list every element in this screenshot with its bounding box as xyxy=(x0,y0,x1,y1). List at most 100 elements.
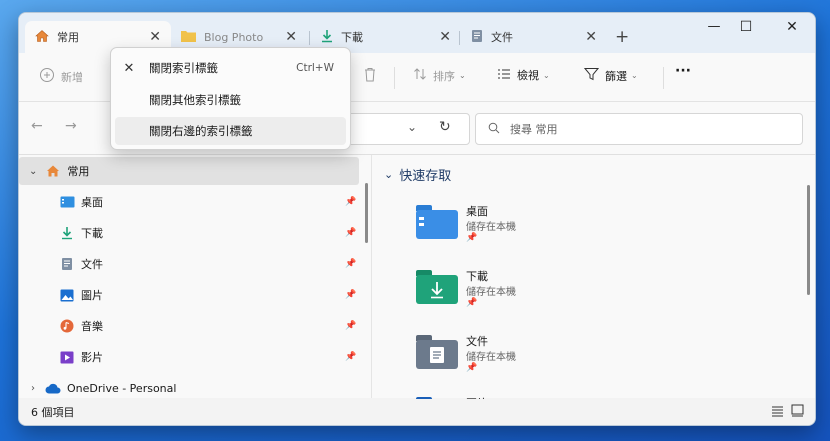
sidebar-item-label: 下載 xyxy=(81,227,103,240)
details-view-icon[interactable] xyxy=(771,405,784,420)
delete-button[interactable] xyxy=(363,67,377,86)
view-button-label: 檢視 xyxy=(517,69,539,82)
sidebar-item-downloads[interactable]: 下載 📌 xyxy=(19,219,359,247)
home-icon xyxy=(45,163,61,179)
chevron-right-icon[interactable]: › xyxy=(31,383,35,394)
tab-home-close-icon[interactable]: ✕ xyxy=(149,29,161,45)
search-input[interactable]: 搜尋 常用 xyxy=(475,113,803,145)
menu-item-close-tab[interactable]: ✕ 關閉索引標籤 Ctrl+W xyxy=(115,54,346,82)
menu-item-label: 關閉右邊的索引標籤 xyxy=(149,124,253,138)
pin-icon[interactable]: 📌 xyxy=(345,321,356,331)
maximize-button[interactable]: ☐ xyxy=(731,19,761,35)
content-scrollbar[interactable] xyxy=(807,185,810,295)
tab-documents-close-icon[interactable]: ✕ xyxy=(585,29,597,45)
tab-divider xyxy=(459,31,460,45)
pin-icon[interactable]: 📌 xyxy=(345,197,356,207)
sidebar-item-label: 影片 xyxy=(81,351,103,364)
trash-icon xyxy=(363,67,377,86)
quick-access-header[interactable]: ⌄ 快速存取 xyxy=(384,165,451,184)
new-tab-button[interactable]: + xyxy=(615,27,629,47)
search-placeholder: 搜尋 常用 xyxy=(510,123,558,136)
pin-icon: 📌 xyxy=(466,298,478,308)
folder-icon xyxy=(181,30,196,45)
sidebar-item-desktop[interactable]: 桌面 📌 xyxy=(19,188,359,216)
chevron-down-icon: ⌄ xyxy=(384,168,394,181)
chevron-down-icon[interactable]: ⌄ xyxy=(29,166,37,177)
home-icon xyxy=(35,29,49,46)
tab-downloads-label: 下載 xyxy=(341,31,363,44)
tab-blog-photo-close-icon[interactable]: ✕ xyxy=(285,29,297,45)
close-window-button[interactable]: ✕ xyxy=(777,19,807,35)
download-icon xyxy=(321,29,333,46)
sidebar-item-label: 文件 xyxy=(81,258,103,271)
menu-item-close-other-tabs[interactable]: 關閉其他索引標籤 xyxy=(115,86,346,114)
toolbar-divider xyxy=(663,67,664,89)
pin-icon[interactable]: 📌 xyxy=(345,290,356,300)
status-bar: 6 個項目 xyxy=(19,399,815,425)
address-dropdown-icon[interactable]: ⌄ xyxy=(407,120,417,134)
quick-access-item-name: 文件 xyxy=(466,335,488,348)
tab-blog-photo-label: Blog Photo xyxy=(204,30,264,44)
pin-icon: 📌 xyxy=(466,233,478,243)
view-button[interactable]: 檢視 ⌄ xyxy=(497,67,550,83)
quick-access-item-name: 桌面 xyxy=(466,205,488,218)
new-button[interactable]: 新增 xyxy=(39,67,83,86)
forward-button[interactable]: → xyxy=(65,118,77,134)
tab-downloads-close-icon[interactable]: ✕ xyxy=(439,29,451,45)
quick-access-item-location: 儲存在本機 xyxy=(466,287,516,298)
music-icon xyxy=(59,318,75,334)
toolbar-divider xyxy=(394,67,395,89)
more-options-button[interactable]: ··· xyxy=(675,63,691,79)
sidebar-item-documents[interactable]: 文件 📌 xyxy=(19,250,359,278)
sidebar-item-music[interactable]: 音樂 📌 xyxy=(19,312,359,340)
filter-icon xyxy=(583,67,600,84)
filter-button[interactable]: 篩選 ⌄ xyxy=(583,67,638,84)
navigation-pane: ⌄ 常用 桌面 📌 下載 📌 文件 📌 圖片 📌 音樂 📌 影片 📌 › One… xyxy=(19,155,371,398)
minimize-button[interactable]: — xyxy=(699,19,729,34)
close-icon: ✕ xyxy=(123,60,135,76)
sort-icon xyxy=(413,67,427,84)
quick-access-item-location: 儲存在本機 xyxy=(466,352,516,363)
refresh-icon[interactable]: ↻ xyxy=(439,119,451,135)
sidebar-item-label: OneDrive - Personal xyxy=(67,381,177,395)
sidebar-item-label: 圖片 xyxy=(81,289,103,302)
nav-scrollbar[interactable] xyxy=(365,183,368,243)
tab-home-label: 常用 xyxy=(57,31,79,44)
desktop-icon xyxy=(59,194,75,210)
quick-access-item-downloads[interactable]: 下載 儲存在本機 📌 xyxy=(416,268,576,332)
tab-documents-label: 文件 xyxy=(491,31,513,44)
pin-icon[interactable]: 📌 xyxy=(345,352,356,362)
tab-context-menu: ✕ 關閉索引標籤 Ctrl+W 關閉其他索引標籤 關閉右邊的索引標籤 xyxy=(110,47,351,150)
tab-documents[interactable]: 文件 ✕ xyxy=(461,21,607,53)
file-explorer-window: 常用 ✕ Blog Photo ✕ 下載 ✕ 文件 ✕ + — ☐ ✕ 新增 排… xyxy=(18,12,816,426)
menu-item-label: 關閉其他索引標籤 xyxy=(149,93,241,107)
sidebar-item-home[interactable]: ⌄ 常用 xyxy=(19,157,359,185)
pin-icon[interactable]: 📌 xyxy=(345,228,356,238)
sidebar-item-pictures[interactable]: 圖片 📌 xyxy=(19,281,359,309)
sidebar-item-onedrive[interactable]: › OneDrive - Personal xyxy=(19,374,359,402)
document-icon xyxy=(471,29,483,46)
back-button[interactable]: ← xyxy=(31,118,43,134)
item-count: 6 個項目 xyxy=(31,406,75,419)
menu-item-close-tabs-right[interactable]: 關閉右邊的索引標籤 xyxy=(115,117,346,145)
view-list-icon xyxy=(497,68,511,83)
chevron-down-icon: ⌄ xyxy=(459,71,466,80)
sort-button[interactable]: 排序 ⌄ xyxy=(413,67,466,84)
sidebar-item-videos[interactable]: 影片 📌 xyxy=(19,343,359,371)
picture-icon xyxy=(59,287,75,303)
desktop-folder-icon xyxy=(416,205,458,239)
chevron-down-icon: ⌄ xyxy=(543,70,550,80)
sort-button-label: 排序 xyxy=(433,69,455,83)
new-button-label: 新增 xyxy=(61,70,83,84)
plus-circle-icon xyxy=(39,67,55,86)
menu-item-shortcut: Ctrl+W xyxy=(296,62,334,74)
sidebar-item-label: 常用 xyxy=(67,165,90,178)
content-pane: ⌄ 快速存取 桌面 儲存在本機 📌 下載 儲存在本機 📌 文件 儲存在本機 📌 xyxy=(371,155,815,410)
sidebar-item-label: 桌面 xyxy=(81,196,103,209)
pin-icon[interactable]: 📌 xyxy=(345,259,356,269)
quick-access-item-documents[interactable]: 文件 儲存在本機 📌 xyxy=(416,333,576,397)
video-icon xyxy=(59,349,75,365)
tiles-view-icon[interactable] xyxy=(791,404,804,420)
quick-access-item-desktop[interactable]: 桌面 儲存在本機 📌 xyxy=(416,203,576,267)
download-icon xyxy=(59,225,75,241)
